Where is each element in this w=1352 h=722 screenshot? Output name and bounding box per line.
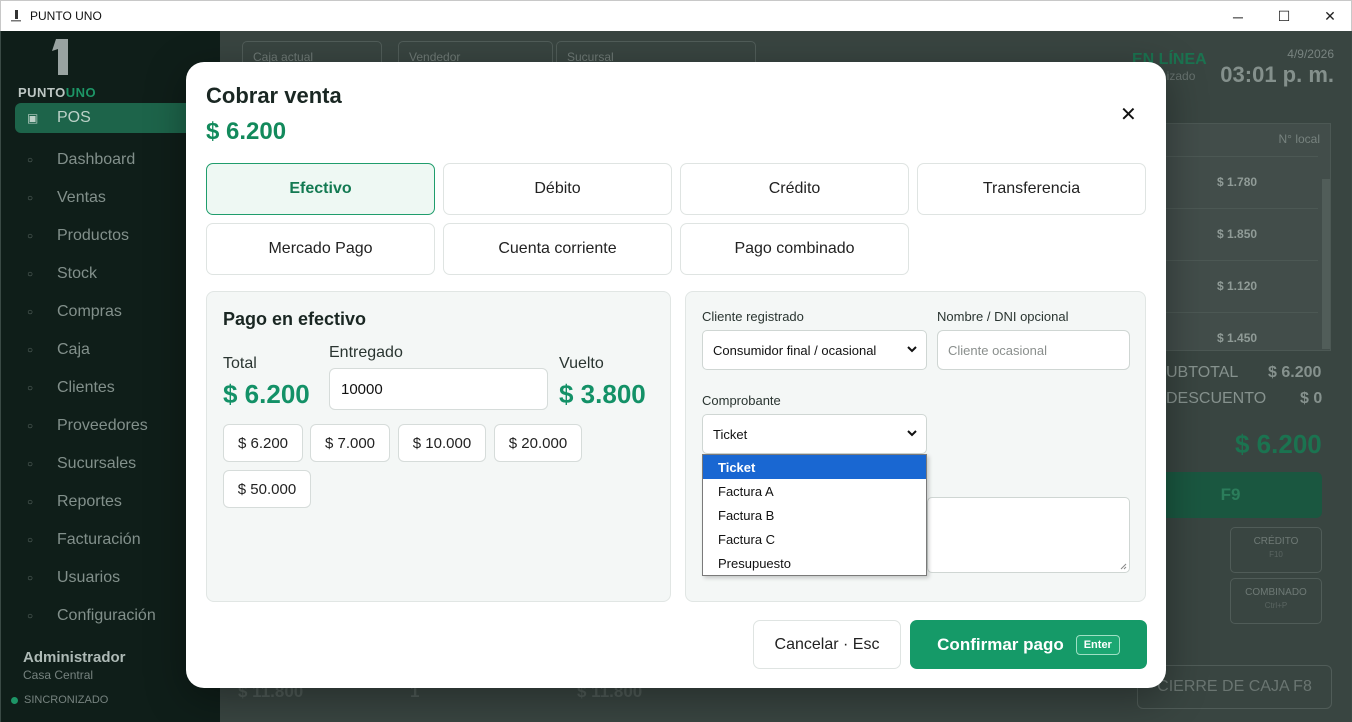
voucher-option[interactable]: Ticket — [703, 455, 926, 479]
confirm-label: Confirmar pago — [937, 634, 1064, 654]
voucher-option[interactable]: Factura A — [703, 479, 926, 503]
voucher-label: Comprobante — [702, 393, 781, 408]
cancel-button[interactable]: Cancelar · Esc — [753, 620, 901, 669]
customer-panel: Cliente registrado Consumidor final / oc… — [685, 291, 1146, 602]
close-window-button[interactable]: ✕ — [1307, 1, 1352, 32]
chevron-down-icon — [907, 346, 917, 353]
minimize-button[interactable]: ─ — [1215, 1, 1261, 32]
app-root: PUNTOUNO ▣ POS ○ Dashboard ○ Ventas ○ Productos… — [1, 31, 1351, 722]
voucher-option[interactable]: Factura B — [703, 503, 926, 527]
registered-client-value: Consumidor final / ocasional — [713, 342, 877, 358]
resize-grip-icon[interactable] — [1119, 562, 1127, 570]
cash-heading: Pago en efectivo — [223, 309, 367, 329]
window-title: PUNTO UNO — [30, 9, 102, 23]
quick-amount-button[interactable]: $ 10.000 — [398, 424, 486, 462]
voucher-option[interactable]: Presupuesto — [703, 551, 926, 575]
registered-client-label: Cliente registrado — [702, 309, 804, 324]
notes-textarea[interactable] — [927, 497, 1130, 573]
voucher-value: Ticket — [713, 426, 748, 442]
name-dni-input[interactable]: Cliente ocasional — [937, 330, 1130, 370]
total-value: $ 6.200 — [223, 379, 310, 409]
modal-title: Cobrar venta — [206, 83, 342, 108]
method-credit-button[interactable]: Crédito — [680, 163, 909, 215]
method-debit-button[interactable]: Débito — [443, 163, 672, 215]
given-label: Entregado — [329, 344, 403, 361]
quick-amount-button[interactable]: $ 50.000 — [223, 470, 311, 508]
quick-amount-button[interactable]: $ 6.200 — [223, 424, 303, 462]
confirm-payment-button[interactable]: Confirmar pago Enter — [910, 620, 1147, 669]
enter-key-hint: Enter — [1075, 634, 1120, 655]
chevron-down-icon — [907, 430, 917, 437]
registered-client-select[interactable]: Consumidor final / ocasional — [702, 330, 927, 370]
given-amount-input[interactable]: 10000 — [329, 368, 548, 410]
cash-payment-panel: Pago en efectivo Total $ 6.200 Entregado… — [206, 291, 671, 602]
maximize-button[interactable]: ☐ — [1261, 1, 1307, 32]
method-account-button[interactable]: Cuenta corriente — [443, 223, 672, 275]
charge-sale-modal: Cobrar venta $ 6.200 ✕ Efectivo Débito C… — [186, 62, 1166, 688]
modal-amount: $ 6.200 — [206, 118, 287, 145]
quick-amount-button[interactable]: $ 7.000 — [310, 424, 390, 462]
method-cash-button[interactable]: Efectivo — [206, 163, 435, 215]
method-transfer-button[interactable]: Transferencia — [917, 163, 1146, 215]
change-value: $ 3.800 — [559, 379, 646, 409]
total-label: Total — [223, 355, 257, 372]
window-titlebar: PUNTO UNO ─ ☐ ✕ — [0, 0, 1352, 31]
name-dni-label: Nombre / DNI opcional — [937, 309, 1069, 324]
close-icon[interactable]: ✕ — [1120, 102, 1137, 127]
method-mercadopago-button[interactable]: Mercado Pago — [206, 223, 435, 275]
change-label: Vuelto — [559, 355, 604, 372]
app-logo-icon — [9, 9, 23, 23]
method-combined-button[interactable]: Pago combinado — [680, 223, 909, 275]
voucher-select[interactable]: Ticket — [702, 414, 927, 454]
voucher-option[interactable]: Factura C — [703, 527, 926, 551]
voucher-dropdown: Ticket Factura A Factura B Factura C Pre… — [702, 454, 927, 576]
quick-amount-button[interactable]: $ 20.000 — [494, 424, 582, 462]
